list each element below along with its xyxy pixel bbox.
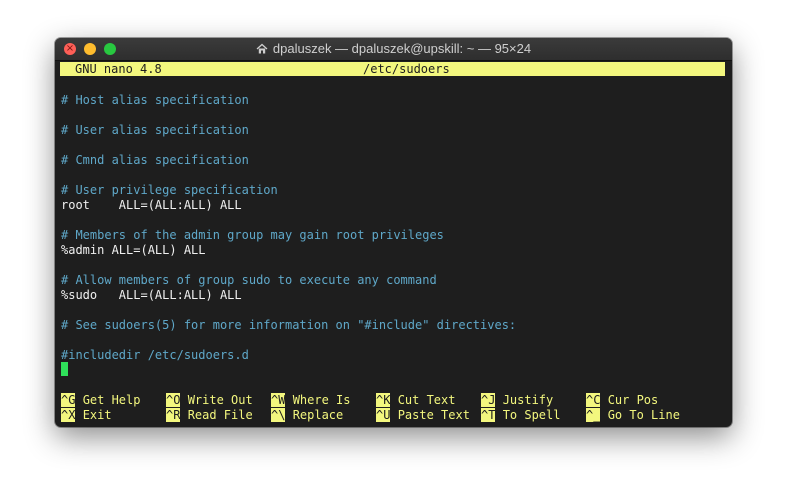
shortcut-key: ^\	[271, 408, 286, 422]
shortcut-exit[interactable]: ^X Exit	[61, 408, 112, 423]
shortcut-where-is[interactable]: ^W Where Is	[271, 393, 350, 408]
shortcut-label: Justify	[502, 393, 554, 407]
window-title-area: dpaluszek — dpaluszek@upskill: ~ — 95×24	[55, 38, 732, 60]
file-line: # User privilege specification	[61, 183, 278, 197]
file-line: # Allow members of group sudo to execute…	[61, 273, 437, 287]
title-bar: × dpaluszek — dpaluszek@upskill: ~ — 95×…	[55, 38, 732, 61]
shortcut-key: ^W	[271, 393, 286, 407]
shortcut-justify[interactable]: ^J Justify	[481, 393, 553, 408]
shortcut-key: ^T	[481, 408, 496, 422]
nano-status-bar: GNU nano 4.8 /etc/sudoers	[60, 62, 725, 76]
shortcut-go-to-line[interactable]: ^_ Go To Line	[586, 408, 680, 423]
shortcut-key: ^_	[586, 408, 601, 422]
shortcut-label: Go To Line	[607, 408, 680, 422]
text-cursor	[61, 362, 68, 376]
shortcut-key: ^U	[376, 408, 391, 422]
shortcut-replace[interactable]: ^\ Replace	[271, 408, 343, 423]
shortcut-to-spell[interactable]: ^T To Spell	[481, 408, 560, 423]
shortcut-label: Write Out	[187, 393, 253, 407]
shortcut-get-help[interactable]: ^G Get Help	[61, 393, 140, 408]
shortcut-key: ^K	[376, 393, 391, 407]
shortcut-label: Where Is	[292, 393, 351, 407]
file-name: /etc/sudoers	[363, 62, 450, 76]
file-line: # Cmnd alias specification	[61, 153, 249, 167]
file-line: # User alias specification	[61, 123, 249, 137]
home-folder-icon	[256, 43, 268, 54]
shortcut-key: ^O	[166, 393, 181, 407]
shortcut-label: To Spell	[502, 408, 561, 422]
terminal-content[interactable]: GNU nano 4.8 /etc/sudoers # Host alias s…	[55, 61, 732, 427]
terminal-window: × dpaluszek — dpaluszek@upskill: ~ — 95×…	[55, 38, 732, 427]
shortcut-key: ^G	[61, 393, 76, 407]
file-line: # See sudoers(5) for more information on…	[61, 318, 517, 332]
file-line: %sudo ALL=(ALL:ALL) ALL	[61, 288, 242, 302]
shortcut-label: Read File	[187, 408, 253, 422]
shortcut-key: ^J	[481, 393, 496, 407]
shortcut-label: Get Help	[82, 393, 141, 407]
file-line: # Members of the admin group may gain ro…	[61, 228, 444, 242]
shortcut-write-out[interactable]: ^O Write Out	[166, 393, 253, 408]
shortcut-label: Replace	[292, 408, 344, 422]
file-line: # Host alias specification	[61, 93, 249, 107]
shortcut-cur-pos[interactable]: ^C Cur Pos	[586, 393, 658, 408]
shortcut-label: Cut Text	[397, 393, 456, 407]
window-title: dpaluszek — dpaluszek@upskill: ~ — 95×24	[272, 41, 532, 56]
file-line: root ALL=(ALL:ALL) ALL	[61, 198, 242, 212]
file-line: #includedir /etc/sudoers.d	[61, 348, 249, 362]
shortcut-read-file[interactable]: ^R Read File	[166, 408, 253, 423]
shortcut-key: ^X	[61, 408, 76, 422]
shortcut-label: Paste Text	[397, 408, 470, 422]
shortcut-label: Cur Pos	[607, 393, 659, 407]
file-line: %admin ALL=(ALL) ALL	[61, 243, 206, 257]
shortcut-label: Exit	[82, 408, 112, 422]
app-version: GNU nano 4.8	[75, 62, 162, 76]
shortcut-paste-text[interactable]: ^U Paste Text	[376, 408, 470, 423]
shortcut-key: ^C	[586, 393, 601, 407]
shortcut-cut-text[interactable]: ^K Cut Text	[376, 393, 455, 408]
shortcut-key: ^R	[166, 408, 181, 422]
